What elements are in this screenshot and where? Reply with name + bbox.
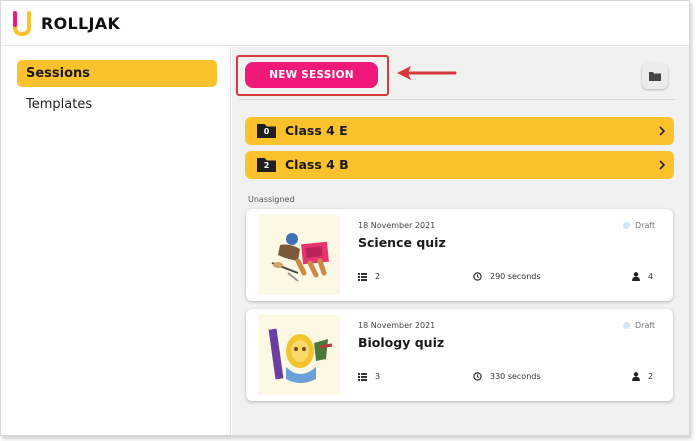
- person-icon: [632, 272, 640, 281]
- science-illustration-icon: [271, 233, 329, 282]
- quiz-title: Biology quiz: [358, 335, 445, 350]
- status-dot: [623, 222, 630, 229]
- duration-value: 290 seconds: [490, 272, 541, 281]
- participant-count-value: 4: [648, 272, 654, 281]
- chevron-right-icon: [659, 160, 666, 170]
- quiz-illustration: [258, 215, 340, 295]
- clock-icon: [473, 272, 482, 281]
- class-folder-row[interactable]: 0 Class 4 E: [245, 117, 674, 145]
- app-window: ROLLJAK Sessions Templates NEW SESSION 0…: [0, 0, 690, 436]
- status-badge: Draft: [623, 321, 655, 330]
- question-count: 2: [358, 272, 380, 281]
- new-session-highlight: NEW SESSION: [236, 55, 389, 96]
- clock-icon: [473, 372, 482, 381]
- quiz-title: Science quiz: [358, 235, 446, 250]
- sidebar-item-sessions[interactable]: Sessions: [17, 60, 217, 87]
- class-name: Class 4 B: [285, 157, 349, 172]
- biology-illustration-icon: [268, 328, 333, 383]
- class-name: Class 4 E: [285, 123, 348, 138]
- section-label-unassigned: Unassigned: [248, 195, 295, 204]
- new-folder-button[interactable]: [642, 63, 668, 89]
- duration-value: 330 seconds: [490, 372, 541, 381]
- new-session-button[interactable]: NEW SESSION: [245, 62, 378, 88]
- participant-count: 4: [632, 272, 653, 281]
- question-count: 3: [358, 372, 380, 381]
- rolljak-logo-icon: [13, 11, 31, 37]
- divider: [239, 99, 675, 100]
- quiz-date: 18 November 2021: [358, 221, 436, 230]
- person-icon: [632, 372, 640, 381]
- list-icon: [358, 372, 367, 381]
- question-count-value: 2: [375, 272, 381, 281]
- status-dot: [623, 322, 630, 329]
- duration: 330 seconds: [473, 372, 541, 381]
- status-label: Draft: [635, 221, 656, 230]
- list-icon: [358, 272, 367, 281]
- participant-count: 2: [632, 372, 653, 381]
- app-name: ROLLJAK: [41, 13, 121, 33]
- status-badge: Draft: [623, 221, 655, 230]
- folder-count-badge: 2: [257, 158, 276, 172]
- duration: 290 seconds: [473, 272, 541, 281]
- quiz-card[interactable]: 18 November 2021 Biology quiz Draft 3 33…: [246, 309, 673, 401]
- class-folder-row[interactable]: 2 Class 4 B: [245, 151, 674, 179]
- chevron-right-icon: [659, 126, 666, 136]
- quiz-illustration: [258, 315, 340, 395]
- quiz-card[interactable]: 18 November 2021 Science quiz Draft 2 29…: [246, 209, 673, 301]
- folder-icon: [649, 72, 661, 81]
- status-label: Draft: [635, 321, 656, 330]
- folder-count-badge: 0: [257, 124, 276, 138]
- question-count-value: 3: [375, 372, 381, 381]
- participant-count-value: 2: [648, 372, 654, 381]
- sidebar-item-templates[interactable]: Templates: [17, 91, 217, 118]
- logo[interactable]: ROLLJAK: [11, 9, 120, 37]
- quiz-date: 18 November 2021: [358, 321, 436, 330]
- annotation-arrow-icon: [397, 66, 457, 80]
- main-content: NEW SESSION 0 Class 4 E 2 Class 4 B Unas…: [232, 47, 689, 435]
- sidebar: Sessions Templates: [1, 47, 231, 435]
- top-bar: ROLLJAK: [1, 1, 689, 46]
